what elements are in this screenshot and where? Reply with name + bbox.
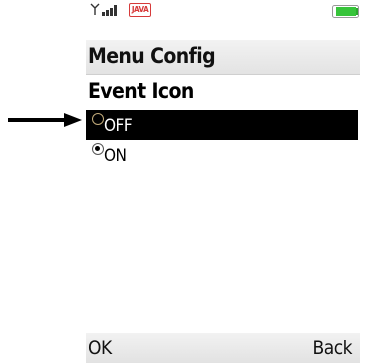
option-off[interactable]: OFF bbox=[86, 110, 358, 140]
radio-dot bbox=[95, 146, 100, 151]
ok-softkey[interactable]: OK bbox=[88, 337, 112, 359]
setting-subtitle: Event Icon bbox=[88, 79, 194, 103]
battery-icon bbox=[332, 5, 359, 18]
phone-screen: JAVA Menu Config Event Icon OFF ON OK Ba… bbox=[86, 0, 360, 363]
right-arrow-icon bbox=[8, 113, 82, 127]
back-softkey[interactable]: Back bbox=[313, 337, 353, 359]
radio-checked-icon bbox=[92, 143, 104, 155]
radio-icon bbox=[92, 113, 104, 125]
signal-strength-icon bbox=[90, 3, 117, 16]
title-bar: Menu Config bbox=[86, 40, 360, 75]
option-label: ON bbox=[104, 146, 127, 166]
status-bar: JAVA bbox=[86, 0, 360, 40]
page-title: Menu Config bbox=[88, 44, 216, 68]
softkey-bar: OK Back bbox=[86, 333, 360, 363]
java-badge: JAVA bbox=[129, 3, 151, 17]
option-on[interactable]: ON bbox=[86, 140, 358, 170]
option-label: OFF bbox=[104, 116, 133, 136]
